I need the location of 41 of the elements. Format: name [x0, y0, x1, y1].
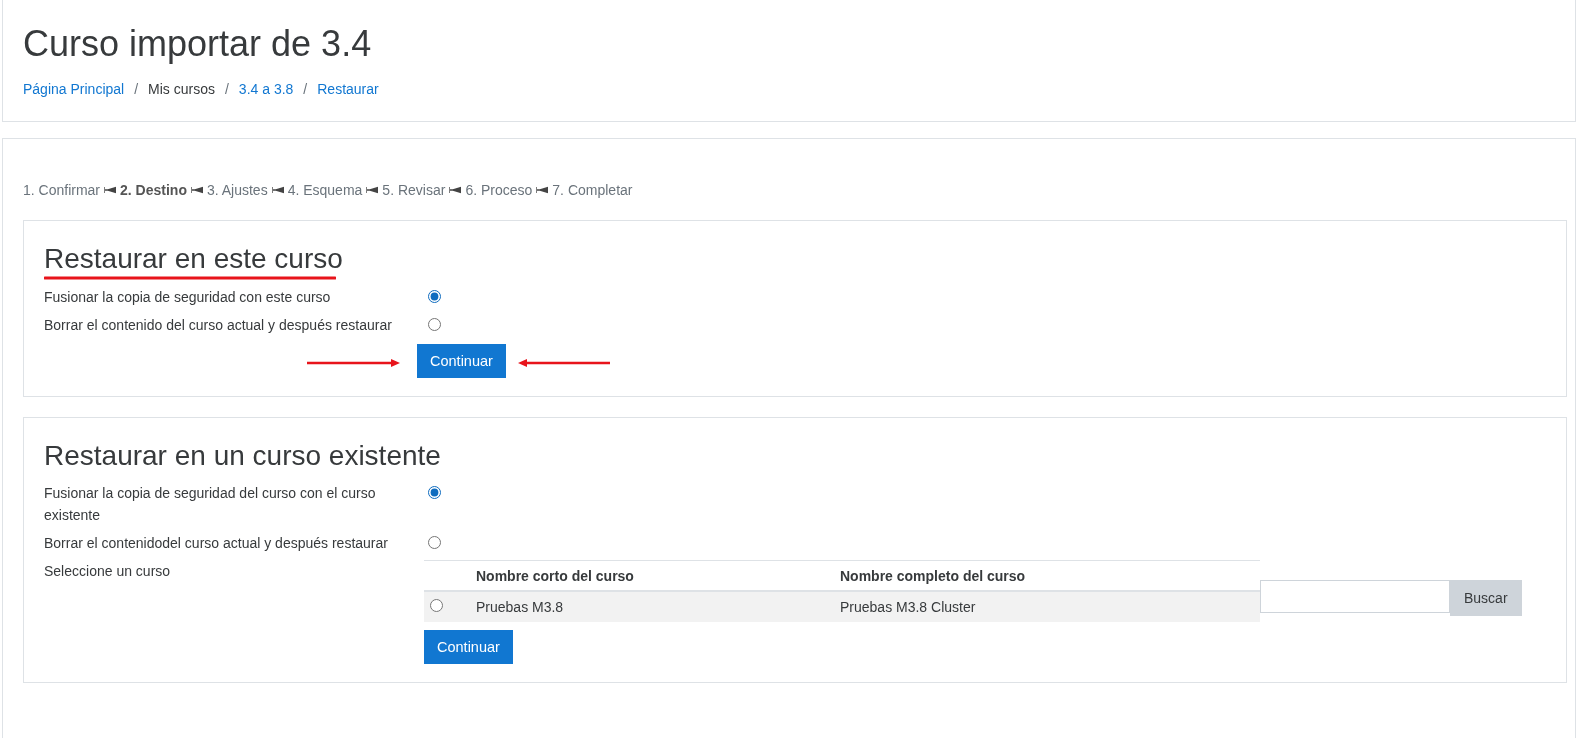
- table-cell: Pruebas M3.8 Cluster: [840, 590, 1260, 622]
- column-header: Nombre corto del curso: [476, 560, 840, 591]
- search-button[interactable]: Buscar: [1450, 579, 1522, 616]
- breadcrumb-separator: /: [303, 81, 308, 98]
- option-radio[interactable]: [428, 485, 441, 499]
- continue-button[interactable]: Continuar: [417, 343, 506, 378]
- breadcrumb-link[interactable]: Página Principal: [23, 81, 125, 98]
- column-header: Nombre completo del curso: [840, 560, 1260, 591]
- option-label: Fusionar la copia de seguridad del curso con el curso existente: [44, 483, 377, 525]
- step-label: 2. Destino: [120, 182, 187, 199]
- step-arrow-icon: [104, 186, 117, 195]
- step-label: 4. Esquema: [287, 182, 363, 199]
- course-radio[interactable]: [430, 598, 443, 612]
- breadcrumb-separator: /: [224, 81, 229, 98]
- option-radio[interactable]: [428, 289, 441, 303]
- step-label: 5. Revisar: [382, 182, 446, 199]
- breadcrumb-link[interactable]: 3.4 a 3.8: [238, 81, 294, 98]
- step-arrow-icon: [449, 186, 462, 195]
- step-arrow-icon: [190, 186, 203, 195]
- option-label: Borrar el contenido del curso actual y después restaurar: [44, 315, 393, 335]
- option-label: Borrar el contenidodel curso actual y después restaurar: [44, 533, 389, 553]
- table-cell: Pruebas M3.8: [476, 590, 840, 622]
- breadcrumb-text: Mis cursos: [148, 81, 215, 98]
- step-label: 1. Confirmar: [23, 182, 101, 199]
- step-label: 6. Proceso: [465, 182, 533, 199]
- breadcrumb-link[interactable]: Restaurar: [317, 81, 379, 98]
- continue-button[interactable]: Continuar: [424, 629, 513, 664]
- field-label: Seleccione un curso: [44, 561, 172, 581]
- section-title: Restaurar en este curso: [44, 242, 343, 277]
- step-arrow-icon: [271, 186, 284, 195]
- section-title: Restaurar en un curso existente: [44, 438, 441, 473]
- breadcrumb-separator: /: [134, 81, 139, 98]
- option-radio[interactable]: [428, 535, 441, 549]
- step-arrow-icon: [366, 186, 379, 195]
- step-label: 3. Ajustes: [206, 182, 268, 199]
- step-label: 7. Completar: [552, 182, 633, 199]
- option-label: Fusionar la copia de seguridad con este curso: [44, 287, 332, 307]
- option-radio[interactable]: [428, 317, 441, 331]
- page-title: Curso importar de 3.4: [23, 22, 372, 66]
- search-field[interactable]: [1260, 579, 1450, 613]
- step-arrow-icon: [536, 186, 549, 195]
